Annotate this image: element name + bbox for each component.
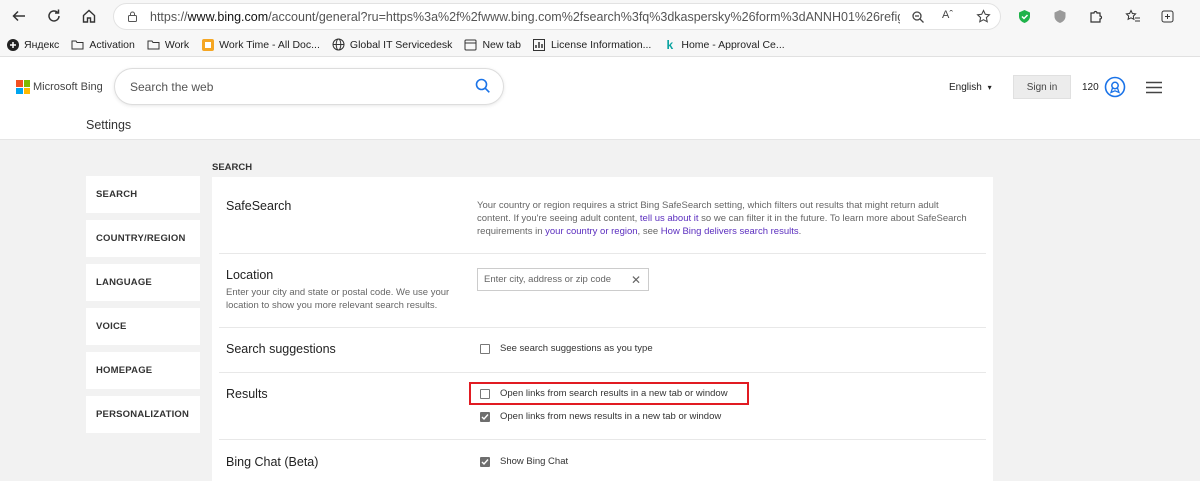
bookmark-label: New tab [482, 38, 521, 51]
bookmark-new-tab[interactable]: New tab [464, 38, 521, 51]
sidebar-item-search[interactable]: SEARCH [86, 176, 200, 213]
home-icon[interactable] [78, 5, 100, 27]
bookmarks-bar: Яндекс Activation Work Work Time - All D… [0, 33, 1200, 57]
bookmark-label: Work Time - All Doc... [219, 38, 320, 51]
bing-header: Microsoft Bing Search the web English ▾ … [0, 57, 1200, 140]
sign-in-button[interactable]: Sign in [1013, 75, 1071, 99]
rewards-icon[interactable] [1104, 76, 1126, 103]
results-option-news-new-tab[interactable]: Open links from news results in a new ta… [480, 411, 721, 422]
language-selector[interactable]: English ▾ [949, 82, 992, 93]
bookmark-label: Activation [89, 38, 135, 51]
desc-text-4: . [798, 226, 802, 237]
chevron-down-icon: ▾ [987, 83, 992, 92]
location-placeholder: Enter city, address or zip code [484, 274, 612, 285]
chart-icon [533, 38, 546, 51]
bookmark-label: Home - Approval Ce... [681, 38, 785, 51]
row-divider [219, 253, 986, 254]
sidebar-item-country-region[interactable]: COUNTRY/REGION [86, 220, 200, 257]
read-aloud-icon[interactable]: Aˆ [942, 9, 953, 21]
microsoft-logo-icon [16, 80, 30, 94]
globe-icon [332, 38, 345, 51]
bingchat-checkbox[interactable] [480, 456, 490, 467]
extension-grey-shield-icon[interactable] [1053, 9, 1067, 29]
bookmark-yandex[interactable]: Яндекс [6, 38, 59, 51]
logo-text: Microsoft Bing [33, 81, 103, 93]
location-title: Location [226, 268, 274, 282]
row-divider [219, 372, 986, 373]
url-text[interactable]: https://www.bing.com/account/general?ru=… [150, 10, 900, 24]
bookmark-label: Work [164, 38, 190, 51]
bookmark-global-it[interactable]: Global IT Servicedesk [332, 38, 453, 51]
favorites-list-icon[interactable] [1125, 9, 1141, 29]
bookmark-label: Яндекс [24, 38, 60, 51]
suggestions-option-label: See search suggestions as you type [500, 343, 653, 354]
url-prefix: https:// [150, 9, 188, 24]
folder-icon [71, 38, 84, 51]
results-title: Results [226, 387, 268, 401]
refresh-icon[interactable] [43, 5, 65, 27]
news-new-tab-label: Open links from news results in a new ta… [500, 411, 722, 422]
page-title: Settings [86, 118, 132, 132]
row-divider [219, 439, 986, 440]
desc-text-3: , see [637, 226, 661, 237]
workpage-icon [201, 38, 214, 51]
browser-toolbar: https://www.bing.com/account/general?ru=… [0, 0, 1200, 33]
bingchat-option-label: Show Bing Chat [500, 456, 569, 467]
collections-icon[interactable] [1160, 9, 1175, 29]
extension-shield-icon[interactable] [1017, 9, 1032, 29]
location-subtitle: Enter your city and state or postal code… [226, 287, 450, 311]
yandex-icon [6, 38, 19, 51]
bookmark-activation[interactable]: Activation [71, 38, 135, 51]
k-icon: k [666, 37, 674, 52]
clear-icon[interactable]: ✕ [631, 273, 641, 287]
highlight-box [469, 382, 749, 405]
lock-icon[interactable] [126, 10, 139, 28]
url-host: www.bing.com [187, 9, 269, 24]
address-bar[interactable]: https://www.bing.com/account/general?ru=… [113, 3, 1001, 30]
url-rest: /account/general?ru=https%3a%2f%2fwww.bi… [268, 9, 900, 24]
back-arrow-icon[interactable] [8, 5, 30, 27]
bingchat-title: Bing Chat (Beta) [226, 455, 319, 469]
rewards-points[interactable]: 120 [1082, 82, 1099, 93]
bookmark-label: License Information... [550, 38, 652, 51]
extensions-puzzle-icon[interactable] [1088, 9, 1103, 29]
sidebar-item-homepage[interactable]: HOMEPAGE [86, 352, 200, 389]
menu-icon[interactable] [1146, 81, 1162, 99]
suggestions-title: Search suggestions [226, 342, 336, 356]
bingchat-option[interactable]: Show Bing Chat [480, 456, 568, 467]
search-icon[interactable] [475, 78, 491, 99]
checkmark-icon [481, 458, 489, 465]
sidebar-item-personalization[interactable]: PERSONALIZATION [86, 396, 200, 433]
sidebar-item-language[interactable]: LANGUAGE [86, 264, 200, 301]
search-placeholder: Search the web [130, 80, 214, 94]
checkmark-icon [481, 413, 489, 420]
bookmark-label: Global IT Servicedesk [349, 38, 453, 51]
safesearch-description: Your country or region requires a strict… [477, 199, 972, 238]
newtab-icon [464, 38, 477, 51]
tell-us-link[interactable]: tell us about it [640, 213, 699, 224]
news-new-tab-checkbox[interactable] [480, 411, 490, 422]
suggestions-option[interactable]: See search suggestions as you type [480, 343, 653, 354]
how-bing-delivers-link[interactable]: How Bing delivers search results [661, 226, 799, 237]
safesearch-title: SafeSearch [226, 199, 292, 213]
location-input[interactable]: Enter city, address or zip code ✕ [477, 268, 649, 291]
bing-logo[interactable]: Microsoft Bing [16, 80, 103, 94]
suggestions-checkbox[interactable] [480, 343, 490, 354]
section-label: SEARCH [212, 162, 253, 173]
favorite-star-icon[interactable] [976, 9, 991, 29]
bookmark-work[interactable]: Work [147, 38, 189, 51]
zoom-icon[interactable] [911, 10, 925, 29]
language-label: English [949, 82, 982, 93]
header-divider [0, 139, 1200, 140]
bookmark-approval[interactable]: k Home - Approval Ce... [663, 37, 785, 52]
search-input[interactable]: Search the web [115, 69, 503, 104]
bookmark-work-time[interactable]: Work Time - All Doc... [201, 38, 320, 51]
folder-icon [147, 38, 160, 51]
sidebar-item-voice[interactable]: VOICE [86, 308, 200, 345]
country-region-link[interactable]: your country or region [545, 226, 637, 237]
bookmark-license[interactable]: License Information... [533, 38, 651, 51]
row-divider [219, 327, 986, 328]
